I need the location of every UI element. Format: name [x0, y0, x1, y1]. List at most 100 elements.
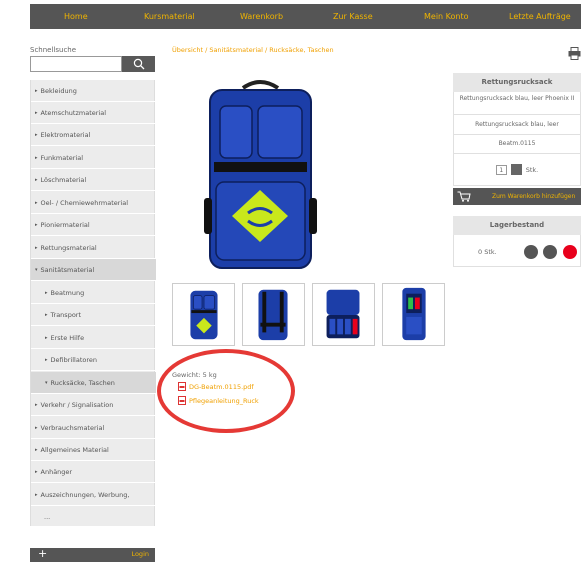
sidebar-item-label: Verbrauchsmaterial	[40, 423, 105, 432]
sidebar-item-label: Erste Hilfe	[50, 333, 85, 342]
chevron-right-icon: ▸	[35, 199, 38, 206]
thumbnail-2[interactable]	[242, 283, 305, 346]
sidebar-item-oel-chemie[interactable]: ▸ Oel- / Chemiewehrmaterial	[31, 192, 156, 214]
add-to-cart-label: Zum Warenkorb hinzufügen	[492, 193, 576, 200]
chevron-right-icon: ▸	[35, 491, 38, 498]
sidebar-item-label: Rucksäcke, Taschen	[50, 378, 115, 387]
print-icon[interactable]	[568, 47, 581, 60]
chevron-right-icon: ▸	[45, 356, 48, 363]
backpack-contents-thumbnail	[402, 287, 426, 341]
product-title: Rettungsrucksack	[453, 73, 581, 92]
sidebar-item-rucksaecke[interactable]: ▾ Rucksäcke, Taschen	[31, 372, 156, 394]
stock-indicator-dot	[524, 245, 538, 259]
chevron-right-icon: ▸	[35, 87, 38, 94]
sidebar-item-verkehr[interactable]: ▸ Verkehr / Signalisation	[31, 394, 156, 416]
sidebar-item-label: Defibrillatoren	[50, 355, 97, 364]
top-navigation: Home Kursmaterial Warenkorb Zur Kasse Me…	[30, 4, 581, 29]
nav-letzte-auftraege[interactable]: Letzte Aufträge	[509, 12, 571, 21]
add-to-cart-button[interactable]: Zum Warenkorb hinzufügen	[453, 188, 581, 205]
stock-panel: 0 Stk.	[453, 235, 581, 267]
breadcrumb-rucksaecke[interactable]: Rucksäcke, Taschen	[269, 46, 333, 54]
chevron-right-icon: ▸	[35, 221, 38, 228]
sidebar-item-label: Allgemeines Material	[40, 445, 109, 454]
breadcrumb-sanitaet[interactable]: Sanitätsmaterial	[209, 46, 263, 54]
backpack-open-thumbnail	[326, 289, 360, 339]
stock-value: 0 Stk.	[478, 248, 497, 256]
sidebar-item-atemschutz[interactable]: ▸ Atemschutzmaterial	[31, 102, 156, 124]
product-description-short: Rettungsrucksack blau, leer	[453, 115, 581, 135]
sidebar-item-label: Anhänger	[40, 467, 73, 476]
product-info-box: Rettungsrucksack Rettungsrucksack blau, …	[453, 73, 581, 186]
search-icon	[133, 58, 144, 70]
stock-indicator-dot	[543, 245, 557, 259]
article-number: Beatm.0115	[453, 135, 581, 154]
search-button[interactable]	[122, 56, 155, 72]
quantity-stepper-icon[interactable]	[510, 164, 522, 175]
nav-kursmaterial[interactable]: Kursmaterial	[144, 12, 195, 21]
sidebar-item-loesch[interactable]: ▸ Löschmaterial	[31, 169, 156, 191]
sidebar-item-label: Atemschutzmaterial	[40, 108, 107, 117]
search-label: Schnellsuche	[30, 46, 77, 54]
sidebar-item-label: Auszeichnungen, Werbung,	[40, 490, 130, 499]
sidebar-item-auszeichnungen[interactable]: ▸ Auszeichnungen, Werbung,	[31, 484, 156, 506]
sidebar-item-label: Pioniermaterial	[40, 220, 90, 229]
sidebar-item-label: Elektromaterial	[40, 130, 91, 139]
product-description: Rettungsrucksack blau, leer Phoenix II	[453, 92, 581, 115]
chevron-right-icon: ▸	[35, 176, 38, 183]
sidebar-item-more[interactable]: ...	[31, 506, 156, 528]
sidebar-item-label: Sanitätsmaterial	[40, 265, 95, 274]
sidebar-item-defibrillatoren[interactable]: ▸ Defibrillatoren	[31, 349, 156, 371]
chevron-right-icon: ▸	[35, 424, 38, 431]
sidebar-item-label: Rettungsmaterial	[40, 243, 97, 252]
chevron-right-icon: ▸	[45, 289, 48, 296]
stock-indicator-dot-red	[563, 245, 577, 259]
sidebar-item-transport[interactable]: ▸ Transport	[31, 304, 156, 326]
sidebar-item-allgemein[interactable]: ▸ Allgemeines Material	[31, 439, 156, 461]
sidebar-item-verbrauch[interactable]: ▸ Verbrauchsmaterial	[31, 417, 156, 439]
sidebar-item-label: Transport	[50, 310, 82, 319]
cart-icon	[457, 191, 471, 202]
sidebar-item-label: ...	[44, 513, 51, 521]
chevron-right-icon: ▸	[35, 446, 38, 453]
chevron-right-icon: ▸	[45, 311, 48, 318]
login-link[interactable]: Login	[131, 550, 149, 558]
breadcrumb-overview[interactable]: Übersicht	[172, 46, 203, 54]
sidebar-item-anhaenger[interactable]: ▸ Anhänger	[31, 461, 156, 483]
backpack-back-thumbnail	[258, 289, 288, 341]
chevron-right-icon: ▸	[45, 334, 48, 341]
chevron-right-icon: ▸	[35, 468, 38, 475]
sidebar-item-erste-hilfe[interactable]: ▸ Erste Hilfe	[31, 327, 156, 349]
sidebar-item-bekleidung[interactable]: ▸ Bekleidung	[31, 80, 156, 102]
chevron-right-icon: ▸	[35, 131, 38, 138]
sidebar-item-label: Verkehr / Signalisation	[40, 400, 114, 409]
nav-home[interactable]: Home	[64, 12, 88, 21]
chevron-down-icon: ▾	[35, 266, 38, 273]
thumbnail-3[interactable]	[312, 283, 375, 346]
breadcrumb: Übersicht / Sanitätsmaterial / Rucksäcke…	[172, 46, 334, 54]
chevron-right-icon: ▸	[35, 244, 38, 251]
sidebar-item-label: Bekleidung	[40, 86, 77, 95]
nav-zur-kasse[interactable]: Zur Kasse	[333, 12, 373, 21]
sidebar-item-label: Löschmaterial	[40, 175, 87, 184]
sidebar-item-pionier[interactable]: ▸ Pioniermaterial	[31, 214, 156, 236]
nav-mein-konto[interactable]: Mein Konto	[424, 12, 469, 21]
sidebar-item-label: Beatmung	[50, 288, 85, 297]
sidebar-item-sanitaet[interactable]: ▾ Sanitätsmaterial	[31, 259, 156, 281]
sidebar-item-beatmung[interactable]: ▸ Beatmung	[31, 282, 156, 304]
chevron-right-icon: ▸	[35, 154, 38, 161]
thumbnail-4[interactable]	[382, 283, 445, 346]
stock-title: Lagerbestand	[453, 216, 581, 235]
sidebar-item-rettung[interactable]: ▸ Rettungsmaterial	[31, 237, 156, 259]
plus-icon[interactable]: +	[38, 547, 47, 560]
category-sidebar: ▸ Bekleidung ▸ Atemschutzmaterial ▸ Elektro…	[30, 80, 156, 528]
sidebar-item-elektro[interactable]: ▸ Elektromaterial	[31, 124, 156, 146]
nav-warenkorb[interactable]: Warenkorb	[240, 12, 283, 21]
product-image[interactable]	[198, 78, 323, 270]
sidebar-item-label: Funkmaterial	[40, 153, 84, 162]
sidebar-item-label: Oel- / Chemiewehrmaterial	[40, 198, 129, 207]
chevron-right-icon: ▸	[35, 109, 38, 116]
search-input[interactable]	[30, 56, 122, 72]
thumbnail-1[interactable]	[172, 283, 235, 346]
sidebar-item-funk[interactable]: ▸ Funkmaterial	[31, 147, 156, 169]
quantity-input[interactable]: 1	[495, 164, 507, 175]
